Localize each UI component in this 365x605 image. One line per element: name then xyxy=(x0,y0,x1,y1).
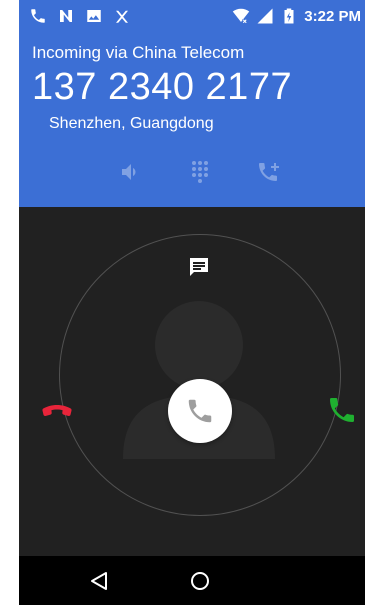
answer-call-button[interactable] xyxy=(168,379,232,443)
decline-call-icon[interactable] xyxy=(39,397,75,427)
phone-screen: 3:22 PM Incoming via China Telecom 137 2… xyxy=(19,0,365,605)
battery-icon xyxy=(284,8,294,24)
add-call-icon xyxy=(259,163,279,181)
call-header: Incoming via China Telecom 137 2340 2177… xyxy=(19,34,365,207)
incoming-via-label: Incoming via China Telecom xyxy=(32,43,245,62)
dialpad-icon xyxy=(192,161,208,183)
incoming-call-area xyxy=(19,207,365,556)
wifi-icon xyxy=(233,8,250,24)
navigation-bar xyxy=(19,556,365,605)
call-actions xyxy=(19,154,365,190)
accept-call-icon[interactable] xyxy=(326,394,358,426)
phone-icon xyxy=(188,399,212,423)
message-reply-icon[interactable] xyxy=(187,255,211,279)
home-button[interactable] xyxy=(187,568,213,594)
add-call-button[interactable] xyxy=(250,154,286,190)
caller-location: Shenzhen, Guangdong xyxy=(49,115,214,132)
voicemail-icon xyxy=(116,10,128,23)
status-left-icons xyxy=(29,7,131,25)
status-right-icons: 3:22 PM xyxy=(232,7,361,25)
dialpad-button[interactable] xyxy=(182,154,218,190)
speaker-icon xyxy=(122,164,136,180)
missed-call-icon xyxy=(31,9,45,23)
speaker-button[interactable] xyxy=(113,154,149,190)
caller-number: 137 2340 2177 xyxy=(32,66,293,108)
image-icon xyxy=(87,10,101,22)
n-notification-icon xyxy=(60,10,72,22)
status-bar: 3:22 PM xyxy=(19,0,365,34)
home-icon xyxy=(191,572,209,590)
back-button[interactable] xyxy=(86,568,112,594)
signal-icon xyxy=(257,8,273,24)
status-time: 3:22 PM xyxy=(304,7,361,25)
back-icon xyxy=(91,572,107,590)
